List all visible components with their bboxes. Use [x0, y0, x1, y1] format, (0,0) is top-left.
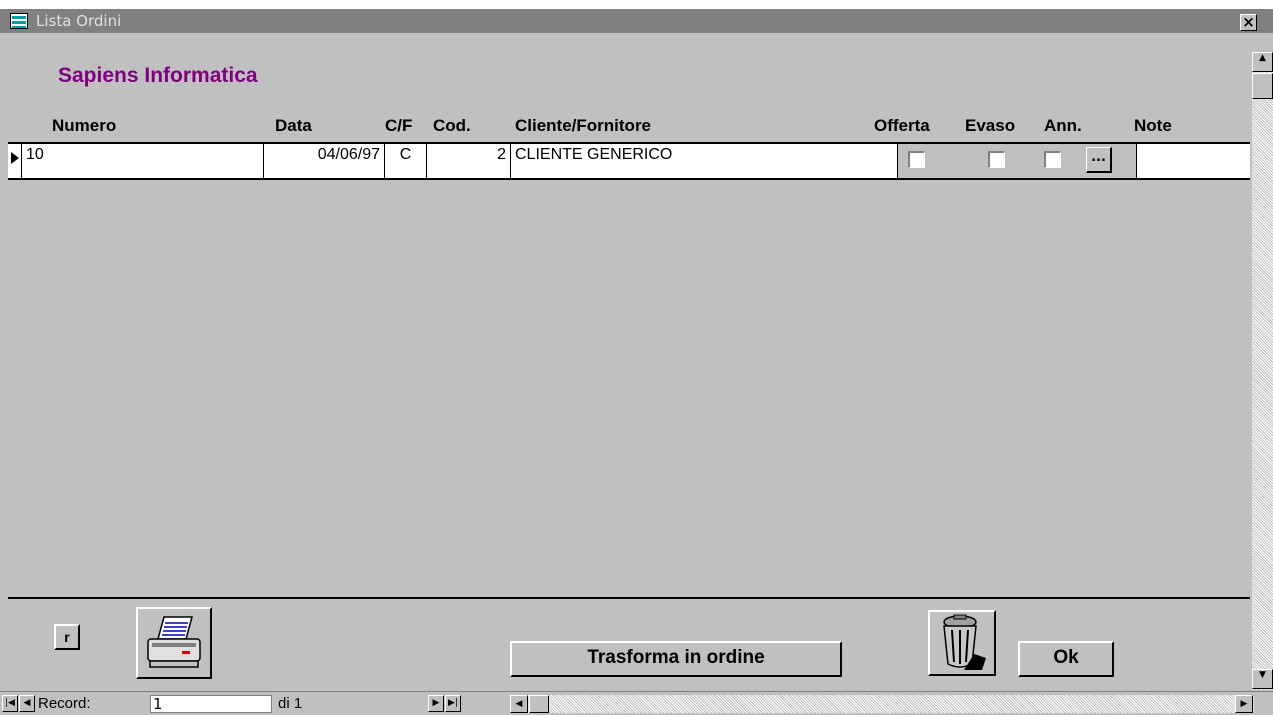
- scroll-right-button[interactable]: ▶: [1235, 695, 1253, 713]
- company-title: Sapiens Informatica: [58, 64, 258, 87]
- evaso-checkbox[interactable]: [988, 151, 1005, 168]
- header-offerta: Offerta: [874, 116, 930, 135]
- header-ann: Ann.: [1044, 116, 1082, 135]
- cell-numero[interactable]: 10: [22, 144, 264, 178]
- cell-cod[interactable]: 2: [427, 144, 511, 178]
- hscroll-thumb[interactable]: [529, 695, 549, 713]
- trash-icon: [943, 614, 986, 670]
- window-title: Lista Ordini: [36, 12, 122, 30]
- form-icon: [10, 13, 28, 29]
- first-record-button[interactable]: |◀: [2, 695, 18, 712]
- transform-order-button[interactable]: Trasforma in ordine: [510, 641, 842, 677]
- note-button[interactable]: ...: [1086, 147, 1112, 173]
- close-button[interactable]: ×: [1240, 14, 1257, 31]
- header-data: Data: [275, 116, 312, 135]
- header-numero: Numero: [52, 116, 117, 135]
- record-label: Record:: [38, 695, 91, 712]
- header-cf: C/F: [385, 116, 413, 135]
- footer-divider: [8, 597, 1250, 599]
- ok-button[interactable]: Ok: [1018, 641, 1114, 677]
- record-selector[interactable]: [8, 144, 22, 178]
- delete-button[interactable]: [928, 610, 996, 676]
- horizontal-scrollbar[interactable]: ◀ ▶: [510, 695, 1254, 713]
- printer-icon: [147, 616, 201, 668]
- r-button[interactable]: r: [54, 624, 80, 650]
- scroll-thumb[interactable]: [1252, 73, 1273, 99]
- cell-data[interactable]: 04/06/97: [264, 144, 385, 178]
- scroll-left-button[interactable]: ◀: [510, 695, 528, 713]
- record-count: di 1: [278, 695, 303, 712]
- header-cod: Cod.: [433, 116, 471, 135]
- ann-checkbox[interactable]: [1044, 151, 1061, 168]
- title-bar[interactable]: Lista Ordini ×: [0, 8, 1273, 33]
- last-record-button[interactable]: ▶|: [445, 695, 461, 712]
- header-note: Note: [1134, 116, 1172, 135]
- vertical-scrollbar[interactable]: ▲ ▼: [1252, 52, 1273, 690]
- prev-record-button[interactable]: ◀: [19, 695, 35, 712]
- record-navigation-bar: |◀ ◀ Record: 1 di 1 ▶ ▶| ◀ ▶: [0, 691, 1273, 715]
- cell-cf[interactable]: C: [385, 144, 427, 178]
- cell-note[interactable]: [1136, 144, 1250, 178]
- header-cliente: Cliente/Fornitore: [515, 116, 652, 135]
- cell-cliente[interactable]: CLIENTE GENERICO: [511, 144, 898, 178]
- scroll-up-button[interactable]: ▲: [1252, 52, 1273, 72]
- scroll-down-button[interactable]: ▼: [1252, 669, 1273, 689]
- header-evaso: Evaso: [965, 116, 1016, 135]
- table-row[interactable]: 10 04/06/97 C 2 CLIENTE GENERICO ...: [8, 142, 1250, 180]
- print-button[interactable]: [136, 607, 212, 679]
- top-strip: [0, 0, 1273, 8]
- offerta-checkbox[interactable]: [908, 151, 925, 168]
- record-number-input[interactable]: 1: [150, 695, 272, 713]
- next-record-button[interactable]: ▶: [428, 695, 444, 712]
